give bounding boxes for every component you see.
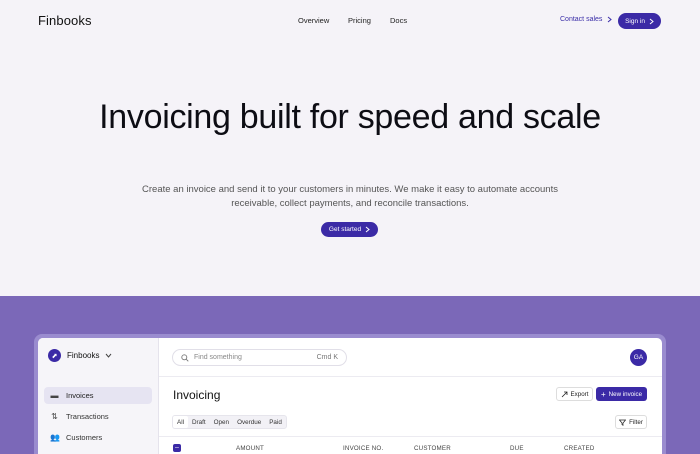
column-due[interactable]: DUE (510, 445, 524, 452)
search-placeholder: Find something (194, 354, 242, 361)
get-started-button[interactable]: Get started (321, 222, 378, 237)
hero-title: Invoicing built for speed and scale (99, 98, 601, 136)
new-invoice-label: New invoice (608, 390, 643, 398)
sidebar-item-customers[interactable]: 👥 Customers (44, 429, 152, 446)
sidebar: ⬈ Finbooks ▬ Invoices ⇅ Transactions 👥 C… (38, 338, 159, 454)
tab-overdue[interactable]: Overdue (233, 416, 265, 428)
nav-link-pricing[interactable]: Pricing (348, 16, 371, 25)
chevron-right-icon (608, 16, 613, 23)
sidebar-item-invoices[interactable]: ▬ Invoices (44, 387, 152, 404)
tab-open[interactable]: Open (210, 416, 233, 428)
logo[interactable]: Finbooks (38, 13, 92, 28)
select-all-checkbox[interactable]: – (173, 444, 181, 452)
transactions-icon: ⇅ (51, 412, 58, 421)
chevron-right-icon (365, 226, 370, 233)
sidebar-item-label: Customers (66, 433, 103, 442)
hero-subtitle: Create an invoice and send it to your cu… (142, 184, 558, 209)
tab-all[interactable]: All (173, 416, 188, 428)
filter-button[interactable]: Filter (615, 415, 647, 429)
sign-in-label: Sign in (625, 17, 645, 25)
sidebar-item-transactions[interactable]: ⇅ Transactions (44, 408, 152, 425)
sidebar-item-label: Transactions (66, 412, 109, 421)
search-shortcut: Cmd K (316, 354, 338, 361)
app-preview: ⬈ Finbooks ▬ Invoices ⇅ Transactions 👥 C… (38, 338, 662, 454)
page-title: Invoicing (173, 388, 221, 402)
get-started-label: Get started (328, 226, 362, 233)
column-invoice-no[interactable]: INVOICE NO. (343, 445, 383, 452)
column-created[interactable]: CREATED (564, 445, 595, 452)
tab-paid[interactable]: Paid (265, 416, 286, 428)
contact-sales-link[interactable]: Contact sales (560, 16, 613, 23)
header-divider (159, 376, 662, 377)
plus-icon: + (600, 389, 606, 399)
export-label: Export (570, 390, 589, 398)
new-invoice-button[interactable]: + New invoice (596, 387, 647, 401)
table-header: – AMOUNT INVOICE NO. CUSTOMER DUE CREATE… (159, 436, 662, 454)
search-input[interactable]: Find something Cmd K (172, 349, 347, 366)
workspace-name: Finbooks (67, 351, 100, 360)
export-button[interactable]: Export (556, 387, 593, 401)
chevron-right-icon (649, 18, 654, 24)
chevron-down-icon (106, 353, 112, 358)
sign-in-button[interactable]: Sign in (618, 13, 661, 29)
avatar[interactable]: GA (630, 349, 647, 366)
status-tabs: All Draft Open Overdue Paid (172, 415, 287, 429)
export-icon (561, 391, 567, 397)
customers-icon: 👥 (50, 433, 60, 442)
invoice-icon: ▬ (50, 391, 59, 400)
sidebar-item-label: Invoices (66, 391, 94, 400)
nav-link-docs[interactable]: Docs (390, 16, 407, 25)
tab-draft[interactable]: Draft (188, 416, 210, 428)
column-amount[interactable]: AMOUNT (236, 445, 264, 452)
top-nav: Finbooks Overview Pricing Docs Contact s… (0, 0, 700, 42)
filter-label: Filter (629, 418, 643, 426)
workspace-logo-icon: ⬈ (48, 349, 61, 362)
contact-sales-label: Contact sales (560, 16, 603, 23)
search-icon (181, 353, 189, 362)
column-customer[interactable]: CUSTOMER (414, 445, 451, 452)
workspace-switcher[interactable]: ⬈ Finbooks (48, 349, 112, 362)
filter-icon (619, 419, 627, 426)
nav-link-overview[interactable]: Overview (298, 16, 329, 25)
